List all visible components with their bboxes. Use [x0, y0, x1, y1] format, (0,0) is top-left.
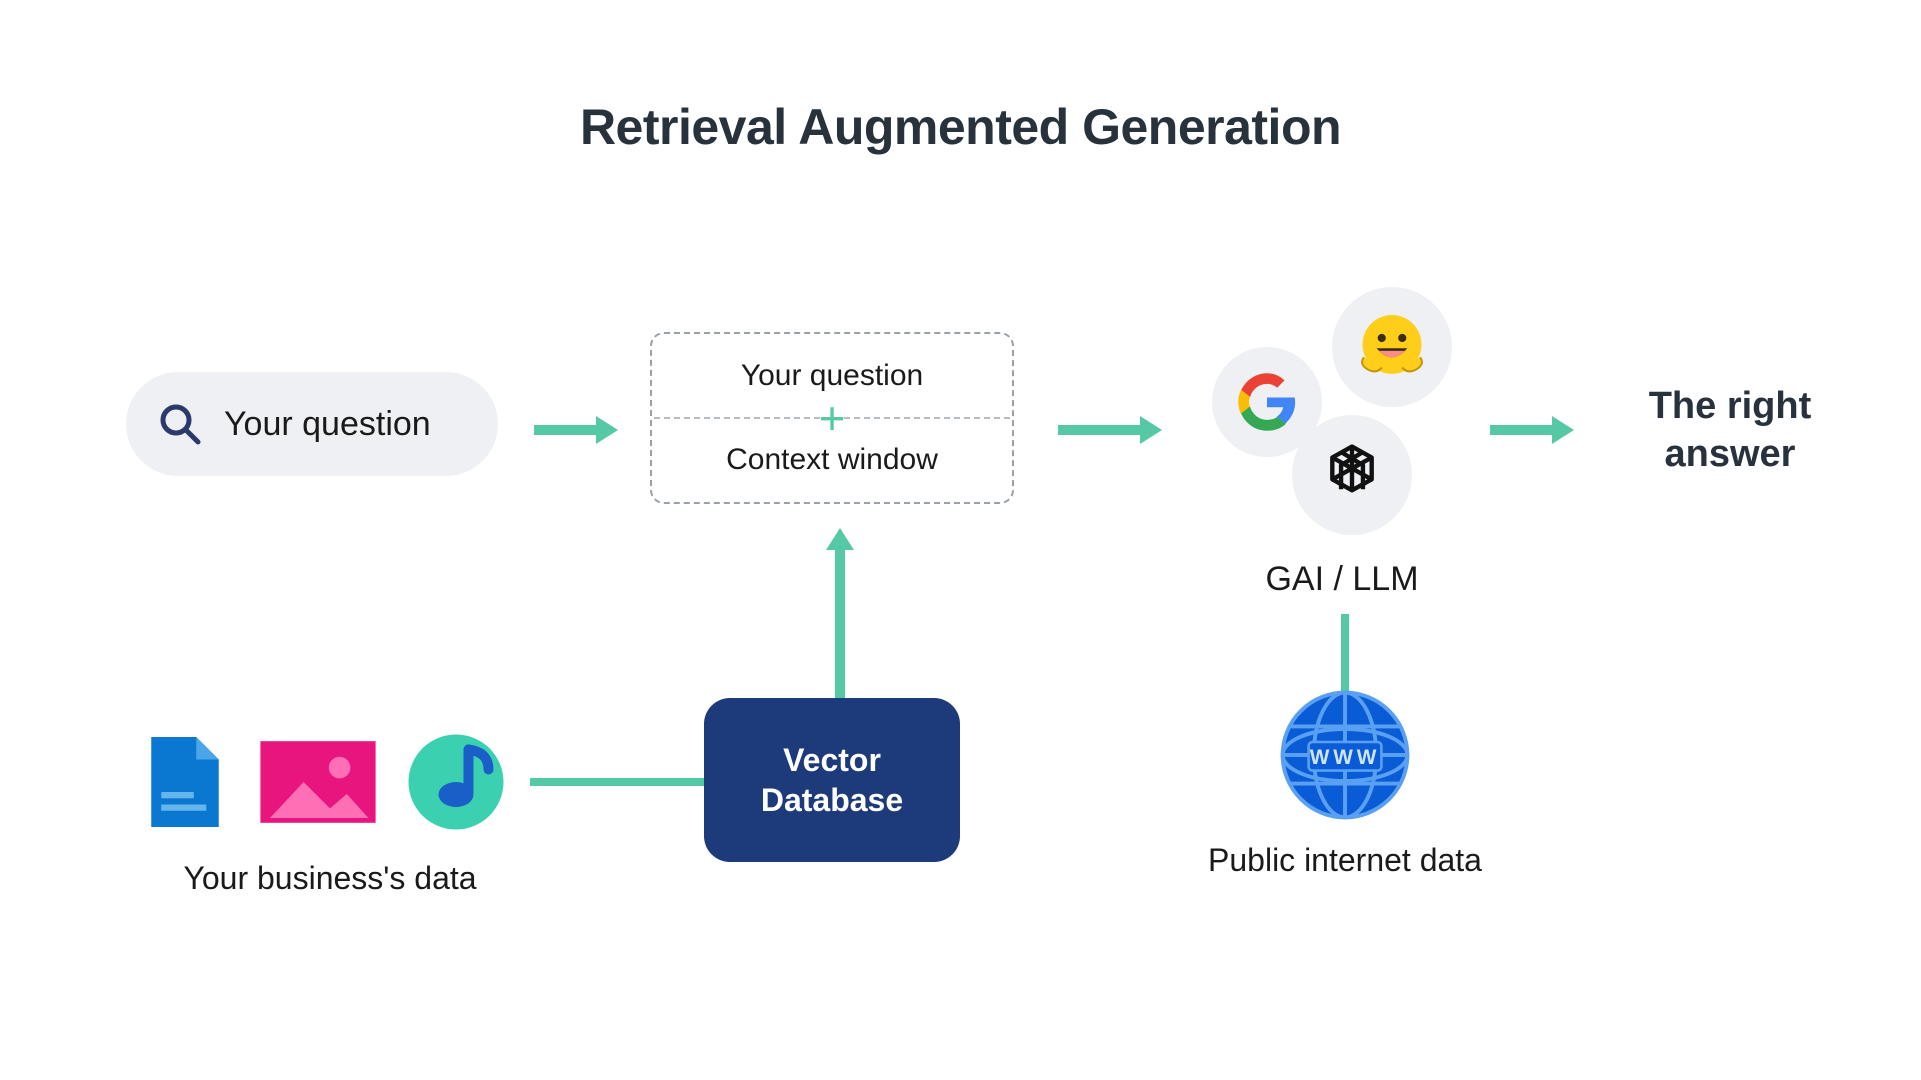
- connector-bizdata-vectordb: [530, 778, 704, 786]
- www-text: WWW: [1310, 746, 1381, 769]
- vector-database-box: Vector Database: [704, 698, 960, 862]
- public-internet-label: Public internet data: [1200, 840, 1490, 882]
- music-icon: [406, 732, 506, 837]
- arrow-vectordb-to-context: [826, 528, 854, 698]
- arrow-question-to-context: [534, 416, 618, 444]
- image-icon: [258, 732, 378, 837]
- connector-llm-globe: [1341, 614, 1349, 694]
- openai-logo-icon: [1292, 415, 1412, 535]
- context-window-box: Your question Context window +: [650, 332, 1014, 504]
- llm-label: GAI / LLM: [1212, 560, 1472, 599]
- plus-icon: +: [819, 395, 846, 441]
- globe-icon: WWW: [1280, 690, 1410, 820]
- question-pill-label: Your question: [224, 405, 431, 444]
- vector-database-label: Vector Database: [761, 740, 903, 820]
- arrow-llm-to-answer: [1490, 416, 1574, 444]
- diagram-title: Retrieval Augmented Generation: [0, 98, 1921, 156]
- business-data-label: Your business's data: [140, 858, 520, 900]
- arrow-context-to-llm: [1058, 416, 1162, 444]
- business-data-row: [140, 732, 506, 837]
- huggingface-logo-icon: [1332, 287, 1452, 407]
- document-icon: [140, 732, 230, 837]
- llm-cluster: [1212, 305, 1472, 535]
- answer-text: The right answer: [1600, 383, 1860, 478]
- question-pill: Your question: [126, 372, 498, 476]
- search-icon: [156, 400, 204, 448]
